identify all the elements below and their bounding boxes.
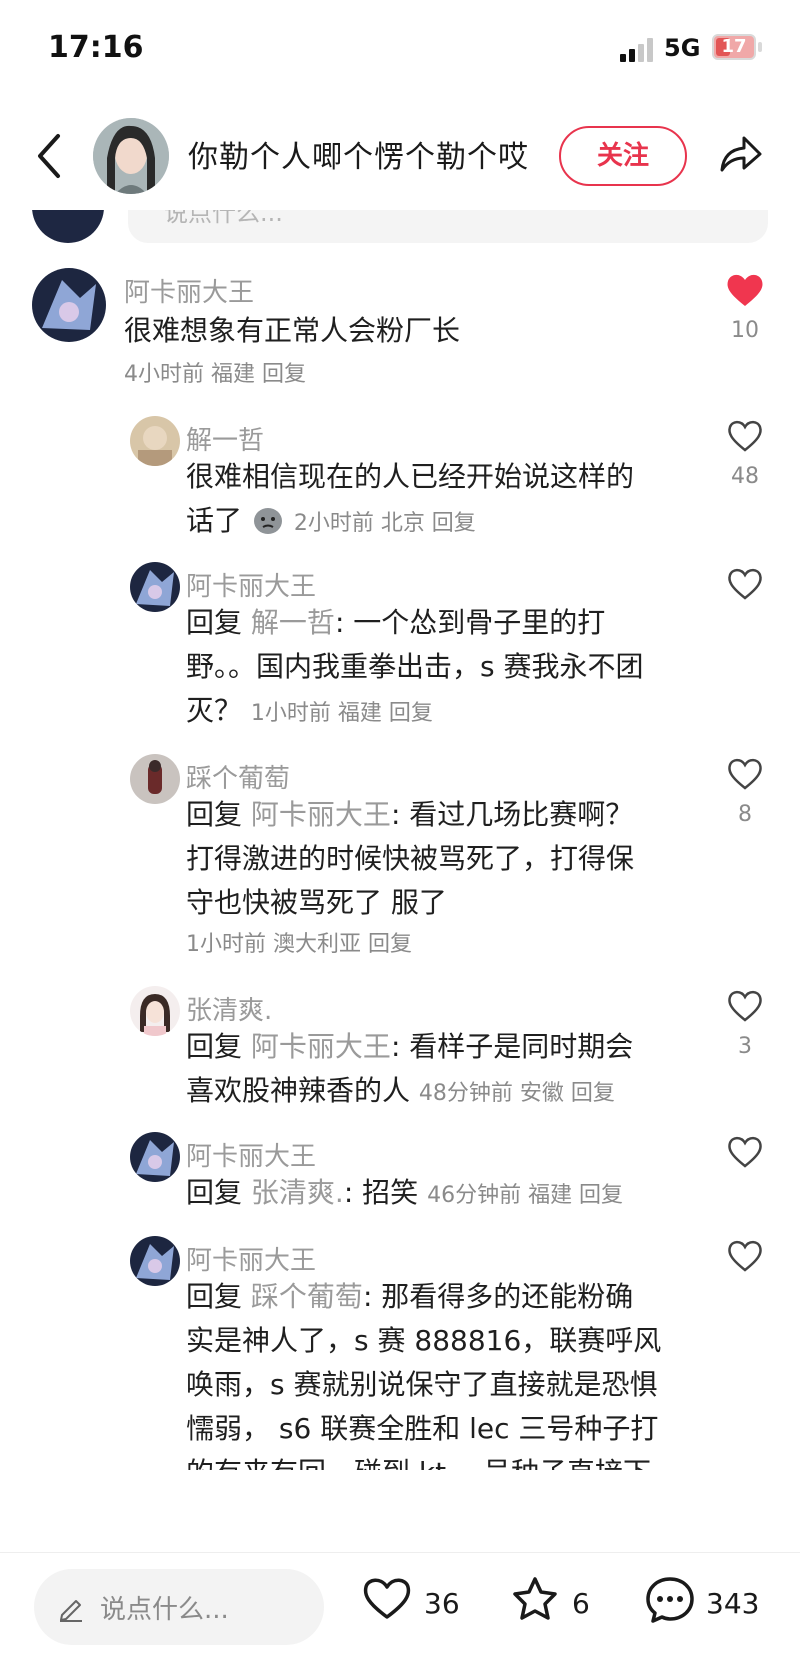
comment-text: 灭？ (186, 694, 243, 727)
avatar[interactable] (130, 754, 180, 804)
author-avatar[interactable] (93, 118, 169, 194)
heart-filled-icon[interactable] (726, 272, 764, 308)
reply-to-user[interactable]: 解一哲 (251, 606, 335, 639)
input-placeholder: 说点什么... (100, 1595, 229, 1625)
heart-icon (363, 1578, 411, 1619)
avatar[interactable] (130, 416, 180, 466)
back-arrow-icon[interactable] (34, 130, 64, 182)
avatar[interactable] (130, 1236, 180, 1286)
pencil-icon (60, 1600, 82, 1622)
reply-prefix: 回复 (186, 1030, 243, 1063)
comment-total: 343 (706, 1587, 760, 1620)
comment-text-line: 回复 踩个葡萄: 那看得多的还能粉确 (186, 1274, 633, 1320)
heart-outline-icon[interactable] (726, 1134, 764, 1170)
battery-level: 17 (721, 36, 747, 57)
header: 你勒个人唧个愣个勒个哎 关注 (0, 110, 800, 210)
heart-outline-icon[interactable] (726, 988, 764, 1024)
comment-text-line: 话了 2小时前 北京 回复 (186, 498, 476, 547)
emoji-icon (253, 508, 282, 534)
author-name: 你勒个人唧个愣个勒个哎 (188, 140, 529, 175)
heart-outline-icon[interactable] (726, 1238, 764, 1274)
reply-to-user[interactable]: 张清爽. (251, 1176, 344, 1209)
reply-prefix: 回复 (186, 606, 243, 639)
scrolled-comment-input: 说点什么... (0, 205, 800, 245)
comment-text: : 看过几场比赛啊？ (390, 798, 634, 831)
avatar[interactable] (130, 562, 180, 612)
comment-text: 喜欢股神辣香的人 (186, 1074, 411, 1107)
comment-text: 话了 (186, 504, 243, 537)
comment-text: 唤雨，s 赛就别说保守了直接就是恐惧 (186, 1368, 658, 1401)
comment-text: : 招笑 (343, 1176, 419, 1209)
comment-text: 野。。国内我重拳出击，s 赛我永不团 (186, 650, 644, 683)
status-time: 17:16 (48, 30, 144, 65)
comment-text: 很难相信现在的人已经开始说这样的 (186, 460, 635, 493)
comment-text: 实是神人了，s 赛 888816，联赛呼风 (186, 1324, 662, 1357)
comment-text: 的有来有回，碰到 kt 一号种子直接下 (186, 1450, 651, 1470)
comment-text-line: 回复 解一哲: 一个怂到骨子里的打 (186, 600, 605, 646)
comment-author[interactable]: 阿卡丽大王 (186, 1136, 316, 1173)
comment-input[interactable]: 说点什么... (34, 1569, 324, 1645)
avatar[interactable] (130, 1132, 180, 1182)
comment-meta[interactable]: 46分钟前 福建 回复 (427, 1183, 623, 1208)
reply-prefix: 回复 (186, 1176, 243, 1209)
comment-text: : 看样子是同时期会 (390, 1030, 634, 1063)
bottom-bar: 说点什么... 36 6 343 (0, 1552, 800, 1663)
comment-meta[interactable]: 1小时前 福建 回复 (251, 701, 433, 726)
comment-meta[interactable]: 2小时前 北京 回复 (294, 511, 476, 536)
reply-to-user[interactable]: 阿卡丽大王 (251, 798, 391, 831)
heart-outline-icon[interactable] (726, 756, 764, 792)
comment-text-line: 回复 阿卡丽大王: 看过几场比赛啊？ (186, 792, 633, 838)
reply-prefix: 回复 (186, 1280, 243, 1313)
comment-text: 打得激进的时候快被骂死了，打得保 (186, 842, 635, 875)
comment-meta[interactable]: 1小时前 澳大利亚 回复 (186, 922, 412, 968)
heart-outline-icon[interactable] (726, 418, 764, 454)
comment-button[interactable]: 343 (644, 1575, 774, 1635)
comment-meta[interactable]: 4小时前 福建 回复 (124, 352, 306, 398)
reply-to-user[interactable]: 踩个葡萄 (251, 1280, 363, 1313)
comment-text: 懦弱， s6 联赛全胜和 lec 三号种子打 (186, 1412, 659, 1445)
comment-author[interactable]: 解一哲 (186, 420, 264, 457)
reply-input[interactable]: 说点什么... (128, 205, 768, 243)
collect-button[interactable]: 6 (510, 1575, 590, 1635)
comment-text-line: 喜欢股神辣香的人 48分钟前 安徽 回复 (186, 1068, 615, 1117)
network-label: 5G (664, 34, 701, 62)
reply-prefix: 回复 (186, 798, 243, 831)
comment-text: 守也快被骂死了 服了 (186, 886, 447, 919)
star-total: 6 (572, 1587, 590, 1620)
avatar[interactable] (32, 268, 106, 342)
comment-bubble-icon (646, 1577, 694, 1623)
like-count: 3 (738, 1034, 752, 1059)
avatar (32, 205, 104, 243)
comment-text-line: 回复 张清爽.: 招笑 46分钟前 福建 回复 (186, 1170, 623, 1219)
comment-author[interactable]: 阿卡丽大王 (186, 566, 316, 603)
comment-meta[interactable]: 48分钟前 安徽 回复 (419, 1081, 615, 1106)
like-button[interactable]: 36 (362, 1575, 472, 1635)
comment-text: : 那看得多的还能粉确 (362, 1280, 634, 1313)
follow-button[interactable]: 关注 (559, 126, 687, 186)
signal-icon (620, 38, 653, 62)
like-count: 48 (731, 464, 759, 489)
comment-text: : 一个怂到骨子里的打 (334, 606, 606, 639)
reply-to-user[interactable]: 阿卡丽大王 (251, 1030, 391, 1063)
status-bar: 17:16 5G 17 (0, 0, 800, 100)
like-count: 10 (731, 318, 759, 343)
star-icon (513, 1577, 557, 1620)
comment-text: 很难想象有正常人会粉厂长 (124, 314, 461, 347)
like-count: 8 (738, 802, 752, 827)
avatar[interactable] (130, 986, 180, 1036)
comment-author[interactable]: 阿卡丽大王 (186, 1240, 316, 1277)
comment-text-line: 回复 阿卡丽大王: 看样子是同时期会 (186, 1024, 633, 1070)
heart-outline-icon[interactable] (726, 566, 764, 602)
comment-author[interactable]: 阿卡丽大王 (124, 272, 254, 309)
clipped-line: 的有来有回，碰到 kt 一号种子直接下 (186, 1450, 746, 1470)
comment-author[interactable]: 张清爽. (186, 990, 272, 1027)
share-icon[interactable] (716, 130, 764, 178)
battery-icon: 17 (712, 34, 756, 60)
comment-author[interactable]: 踩个葡萄 (186, 758, 290, 795)
comment-text-line: 灭？ 1小时前 福建 回复 (186, 688, 433, 737)
like-total: 36 (424, 1587, 460, 1620)
